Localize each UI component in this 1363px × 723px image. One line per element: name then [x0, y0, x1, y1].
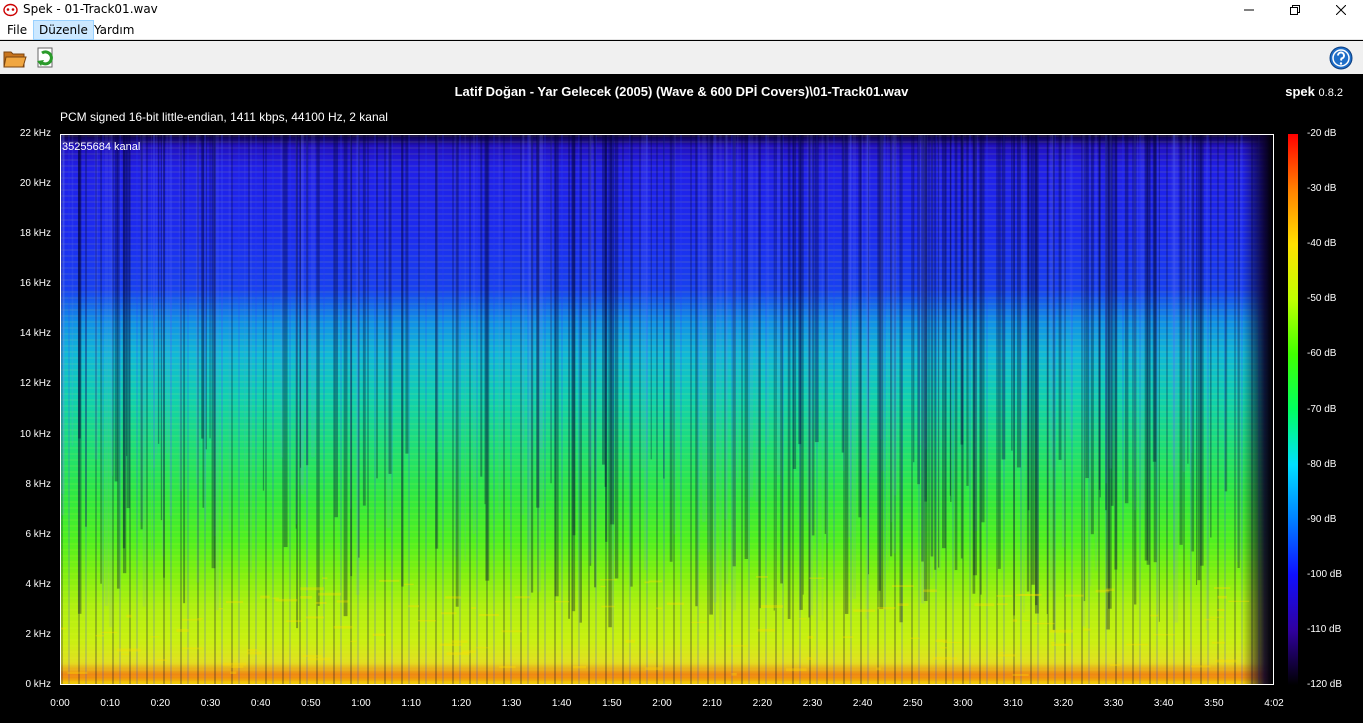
freq-tick-label: 18 kHz: [19, 228, 51, 240]
close-icon: [1336, 5, 1346, 15]
time-tick-label: 0:20: [150, 698, 171, 709]
db-tick-label: -60 dB: [1307, 348, 1337, 360]
time-tick-label: 4:02: [1264, 698, 1284, 709]
reload-icon: [37, 47, 53, 68]
time-tick-label: 3:40: [1153, 698, 1174, 709]
db-tick-label: -100 dB: [1307, 568, 1343, 580]
time-tick-label: 2:00: [652, 698, 672, 709]
brand-name: spek: [1285, 84, 1315, 99]
close-button[interactable]: [1318, 0, 1363, 20]
time-tick-label: 1:50: [602, 698, 622, 709]
time-tick-label: 1:00: [351, 698, 371, 709]
open-file-button[interactable]: [2, 45, 28, 71]
time-tick-label: 2:50: [903, 698, 923, 709]
freq-tick-label: 20 kHz: [19, 178, 51, 190]
time-tick-label: 3:20: [1053, 698, 1074, 709]
time-tick-label: 0:40: [250, 698, 271, 709]
db-tick-label: -40 dB: [1307, 238, 1337, 250]
minimize-button[interactable]: [1226, 0, 1272, 20]
restore-icon: [1290, 5, 1300, 15]
time-tick-label: 0:50: [301, 698, 321, 709]
freq-tick-label: 22 kHz: [19, 128, 51, 139]
help-button[interactable]: [1328, 45, 1354, 71]
time-tick-label: 3:00: [953, 698, 973, 709]
menu-file[interactable]: File: [2, 20, 32, 40]
time-tick-label: 2:20: [752, 698, 773, 709]
freq-tick-label: 8 kHz: [25, 478, 51, 490]
format-info: PCM signed 16-bit little-endian, 1411 kb…: [60, 110, 388, 124]
time-tick-label: 1:40: [551, 698, 572, 709]
time-tick-label: 1:10: [401, 698, 421, 709]
time-tick-label: 2:40: [852, 698, 873, 709]
time-tick-label: 0:10: [100, 698, 120, 709]
freq-tick-label: 0 kHz: [25, 679, 51, 690]
freq-tick-label: 14 kHz: [19, 328, 51, 340]
time-tick-label: 0:30: [200, 698, 221, 709]
time-tick-label: 2:30: [802, 698, 823, 709]
window-title: Spek - 01-Track01.wav: [23, 2, 158, 16]
brand-label: spek 0.8.2: [1285, 84, 1343, 99]
db-tick-label: -110 dB: [1307, 623, 1342, 635]
time-tick-label: 3:50: [1204, 698, 1224, 709]
db-tick-label: -20 dB: [1307, 128, 1337, 139]
help-icon: [1329, 46, 1353, 70]
time-tick-label: 3:30: [1103, 698, 1124, 709]
db-colorbar: [1288, 134, 1298, 685]
spectrogram-overlay: [61, 135, 1250, 676]
db-tick-label: -50 dB: [1307, 293, 1337, 305]
menu-edit[interactable]: Düzenle: [33, 20, 94, 40]
time-tick-label: 0:00: [50, 698, 70, 709]
restore-button[interactable]: [1272, 0, 1318, 20]
freq-tick-label: 10 kHz: [19, 428, 51, 440]
time-tick-label: 1:30: [501, 698, 522, 709]
folder-open-icon: [3, 51, 27, 68]
file-title: Latif Doğan - Yar Gelecek (2005) (Wave &…: [454, 84, 909, 99]
freq-tick-label: 6 kHz: [25, 528, 51, 540]
db-tick-label: -70 dB: [1307, 403, 1337, 415]
db-tick-label: -120 dB: [1307, 679, 1343, 690]
minimize-icon: [1244, 9, 1254, 11]
menu-bar: File Düzenle Yardım: [0, 20, 1363, 40]
toolbar: [0, 41, 1363, 74]
time-tick-label: 2:10: [702, 698, 722, 709]
db-tick-label: -90 dB: [1307, 513, 1337, 525]
db-tick-label: -80 dB: [1307, 458, 1337, 470]
spectrogram-plot[interactable]: 35255684 kanal: [60, 134, 1274, 685]
time-tick-label: 1:20: [451, 698, 472, 709]
time-tick-label: 3:10: [1003, 698, 1023, 709]
freq-tick-label: 2 kHz: [25, 628, 51, 640]
freq-tick-label: 12 kHz: [19, 378, 51, 390]
spek-app-icon: [3, 3, 18, 17]
spectrogram-panel: Latif Doğan - Yar Gelecek (2005) (Wave &…: [0, 74, 1363, 723]
title-bar: Spek - 01-Track01.wav: [0, 0, 1363, 20]
db-tick-label: -30 dB: [1307, 183, 1337, 195]
freq-tick-label: 16 kHz: [19, 278, 51, 290]
freq-tick-label: 4 kHz: [25, 578, 51, 590]
sample-count: 35255684 kanal: [62, 141, 141, 153]
menu-help[interactable]: Yardım: [89, 20, 139, 40]
reload-button[interactable]: [33, 45, 59, 71]
brand-version: 0.8.2: [1318, 87, 1343, 99]
